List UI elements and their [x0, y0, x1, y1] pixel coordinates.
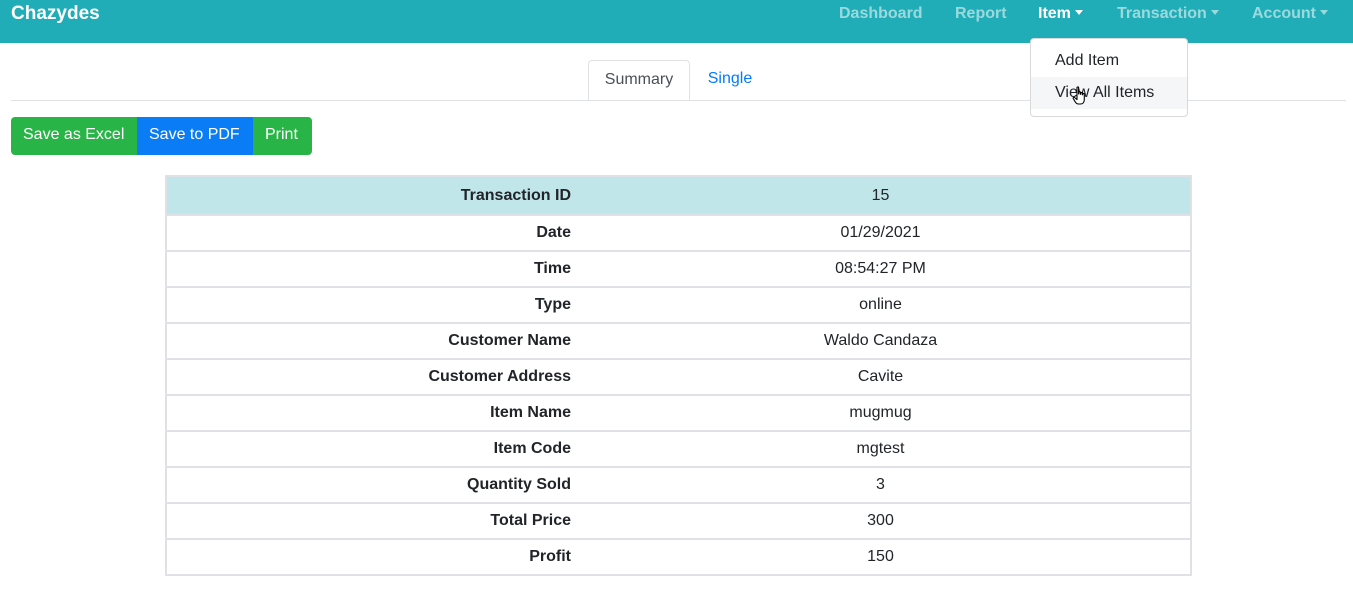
row-value: online	[571, 286, 1191, 323]
nav-report[interactable]: Report	[955, 5, 1007, 23]
item-dropdown-menu: Add Item View All Items	[1030, 38, 1188, 117]
caret-down-icon	[1320, 10, 1328, 15]
nav-account-label: Account	[1252, 5, 1316, 22]
hand-pointer-icon	[1072, 86, 1085, 105]
row-label: Type	[166, 286, 571, 323]
row-label: Profit	[166, 538, 571, 575]
nav-dashboard[interactable]: Dashboard	[839, 5, 923, 23]
row-label: Transaction ID	[166, 176, 571, 215]
row-label: Customer Address	[166, 358, 571, 395]
caret-down-icon	[1210, 10, 1219, 15]
save-to-pdf-button[interactable]: Save to PDF	[137, 117, 253, 155]
nav-report-label: Report	[955, 5, 1007, 22]
table-row: Item Code mgtest	[166, 430, 1191, 467]
table-row: Item Name mugmug	[166, 394, 1191, 431]
row-label: Customer Name	[166, 322, 571, 359]
nav-account-dropdown[interactable]: Account	[1252, 5, 1328, 23]
nav-item-label: Item	[1038, 5, 1071, 22]
table-row: Total Price 300	[166, 502, 1191, 539]
row-value: mugmug	[571, 394, 1191, 431]
row-label: Total Price	[166, 502, 571, 539]
row-value: 300	[571, 502, 1191, 539]
row-value: Waldo Candaza	[571, 322, 1191, 359]
tab-single[interactable]: Single	[692, 60, 768, 101]
save-as-excel-button[interactable]: Save as Excel	[11, 117, 137, 155]
dropdown-view-all-items[interactable]: View All Items	[1031, 77, 1187, 109]
row-value: mgtest	[571, 430, 1191, 467]
row-label: Item Name	[166, 394, 571, 431]
brand-logo[interactable]: Chazydes	[11, 3, 100, 25]
top-navbar: Chazydes Dashboard Report Item Transacti…	[0, 0, 1353, 43]
caret-down-icon	[1074, 10, 1083, 15]
row-value: 08:54:27 PM	[571, 250, 1191, 287]
nav-dashboard-label: Dashboard	[839, 5, 923, 22]
row-label: Time	[166, 250, 571, 287]
table-row: Customer Address Cavite	[166, 358, 1191, 395]
row-value: 01/29/2021	[571, 214, 1191, 251]
row-label: Date	[166, 214, 571, 251]
row-value: 15	[571, 176, 1191, 215]
nav-transaction-label: Transaction	[1117, 5, 1207, 22]
tab-summary[interactable]: Summary	[588, 60, 690, 101]
nav-transaction-dropdown[interactable]: Transaction	[1117, 5, 1219, 23]
table-row: Profit 150	[166, 538, 1191, 575]
row-label: Quantity Sold	[166, 466, 571, 503]
table-row: Transaction ID 15	[166, 176, 1191, 215]
table-row: Customer Name Waldo Candaza	[166, 322, 1191, 359]
transaction-summary-table: Transaction ID 15 Date 01/29/2021 Time 0…	[165, 175, 1192, 576]
table-row: Quantity Sold 3	[166, 466, 1191, 503]
row-value: 3	[571, 466, 1191, 503]
row-label: Item Code	[166, 430, 571, 467]
print-button[interactable]: Print	[253, 117, 312, 155]
nav-item-dropdown[interactable]: Item	[1038, 5, 1083, 23]
table-row: Date 01/29/2021	[166, 214, 1191, 251]
dropdown-add-item[interactable]: Add Item	[1031, 45, 1187, 77]
table-row: Type online	[166, 286, 1191, 323]
row-value: Cavite	[571, 358, 1191, 395]
table-row: Time 08:54:27 PM	[166, 250, 1191, 287]
export-button-group: Save as Excel Save to PDF Print	[11, 117, 312, 155]
row-value: 150	[571, 538, 1191, 575]
